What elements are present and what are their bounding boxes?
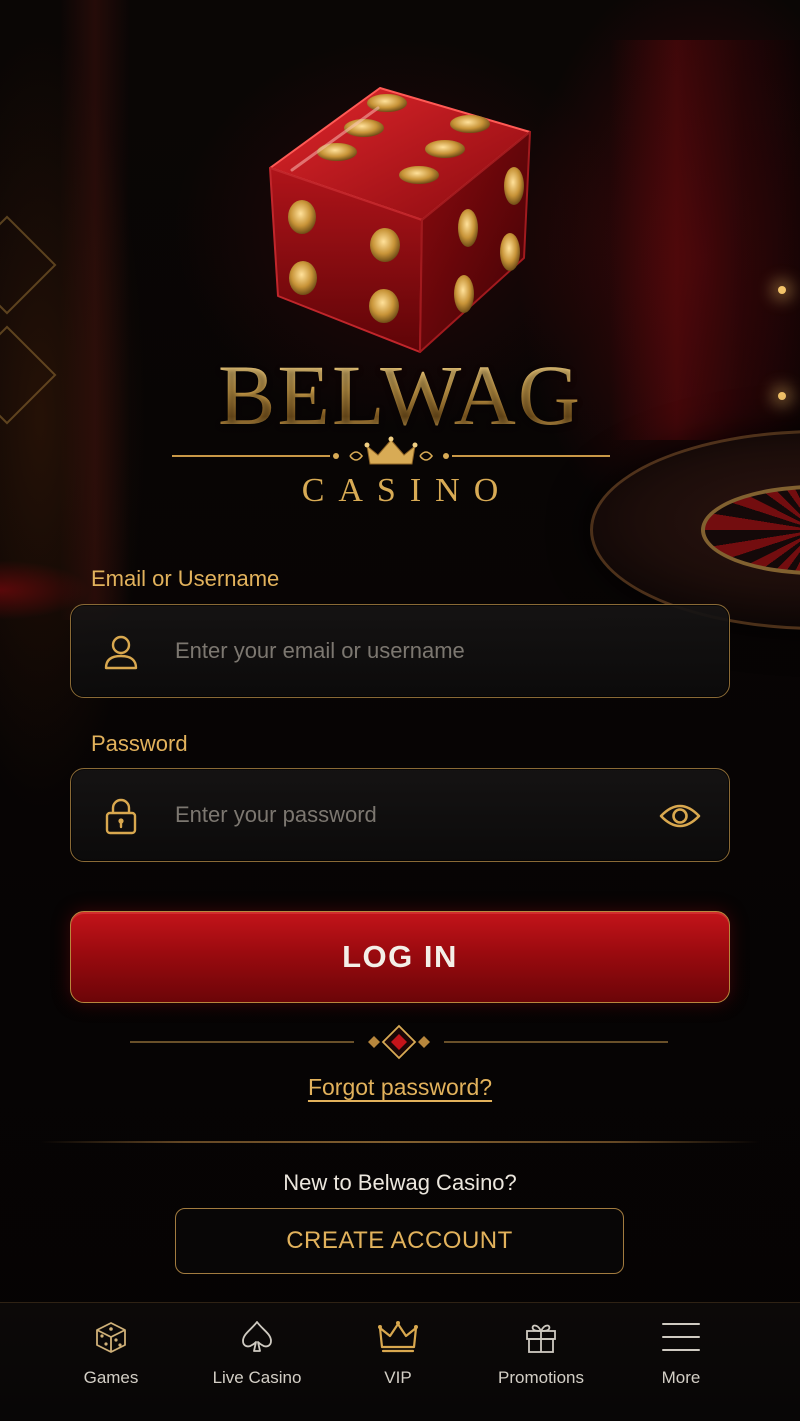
- dice-icon: [269, 87, 531, 353]
- nav-label: Games: [83, 1368, 139, 1387]
- nav-item-more[interactable]: More: [611, 1303, 751, 1421]
- dice-icon: [96, 1322, 126, 1353]
- crown-ornament-icon: [172, 436, 610, 465]
- gift-icon: [526, 1324, 556, 1353]
- password-field[interactable]: [70, 768, 730, 862]
- section-divider: [40, 1141, 760, 1143]
- spade-icon: [242, 1321, 272, 1352]
- bottom-nav: Games Live Casino VIP Promotions More: [0, 1302, 800, 1421]
- lock-icon: [105, 798, 137, 835]
- nav-label: VIP: [384, 1368, 412, 1387]
- nav-item-games[interactable]: Games: [41, 1303, 181, 1421]
- nav-label: Live Casino: [212, 1368, 302, 1387]
- create-account-button[interactable]: CREATE ACCOUNT: [175, 1208, 624, 1274]
- email-input[interactable]: [175, 605, 635, 697]
- crown-icon: [378, 1321, 418, 1353]
- show-password-eye-icon[interactable]: [659, 798, 701, 834]
- email-field[interactable]: [70, 604, 730, 698]
- login-button[interactable]: LOG IN: [70, 911, 730, 1003]
- nav-label: More: [661, 1368, 701, 1387]
- nav-item-promotions[interactable]: Promotions: [471, 1303, 611, 1421]
- menu-icon: [662, 1323, 700, 1351]
- brand-logo: BELWAG CASINO: [0, 0, 800, 520]
- nav-label: Promotions: [498, 1368, 584, 1387]
- forgot-password-link[interactable]: Forgot password?: [308, 1074, 492, 1100]
- nav-item-vip[interactable]: VIP: [328, 1303, 468, 1421]
- brand-subtitle: CASINO: [301, 472, 513, 509]
- diamond-divider-icon: [130, 1024, 668, 1060]
- signup-prompt: New to Belwag Casino?: [283, 1170, 517, 1195]
- nav-item-live-casino[interactable]: Live Casino: [187, 1303, 327, 1421]
- password-input[interactable]: [175, 769, 635, 861]
- user-icon: [104, 635, 138, 670]
- password-label: Password: [91, 731, 188, 756]
- email-label: Email or Username: [91, 566, 280, 591]
- brand-name: BELWAG: [0, 352, 800, 438]
